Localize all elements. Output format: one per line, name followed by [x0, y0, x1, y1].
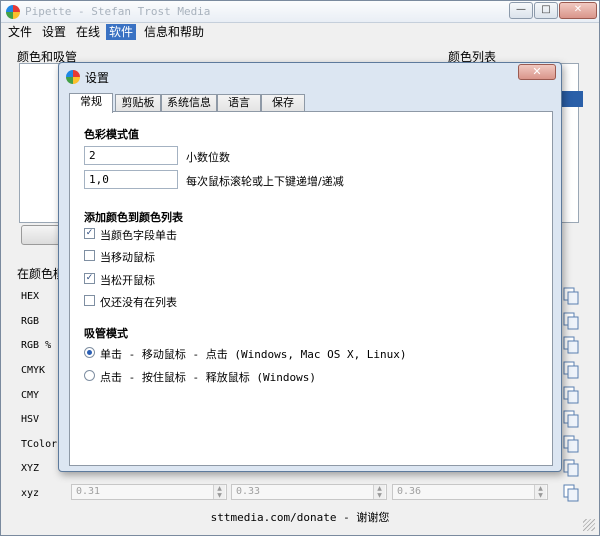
tab-general[interactable]: 常规 — [69, 93, 113, 113]
xyz-y-input[interactable]: 0.33 — [231, 484, 387, 500]
checkbox[interactable]: ✓ — [84, 228, 95, 239]
copy-icon[interactable] — [563, 361, 579, 379]
pipette-mode-heading: 吸管模式 — [84, 327, 128, 340]
format-label-rgb: RGB — [21, 316, 40, 327]
tab-save[interactable]: 保存 — [261, 94, 305, 112]
radio-label: 单击 - 移动鼠标 - 点击 (Windows, Mac OS X, Linux… — [100, 348, 407, 361]
radio-label: 点击 - 按住鼠标 - 释放鼠标 (Windows) — [100, 371, 316, 384]
copy-icon[interactable] — [563, 386, 579, 404]
format-label-xyz-upper: XYZ — [21, 463, 40, 474]
window-title: Pipette - Stefan Trost Media — [25, 5, 211, 18]
dialog-title: 设置 — [85, 71, 110, 85]
radio-button[interactable] — [84, 347, 95, 358]
menu-bar: 文件 设置 在线 软件 信息和帮助 — [1, 23, 599, 41]
dialog-close-button[interactable]: ✕ — [518, 64, 556, 80]
maximize-button[interactable]: □ — [534, 2, 558, 19]
tab-clipboard[interactable]: 剪贴板 — [115, 94, 161, 112]
close-button[interactable]: ✕ — [559, 2, 597, 19]
format-label-hsv: HSV — [21, 414, 40, 425]
menu-info-help[interactable]: 信息和帮助 — [141, 24, 207, 40]
format-label-xyz-lower: xyz — [21, 488, 40, 499]
checkbox[interactable] — [84, 250, 95, 261]
menu-software[interactable]: 软件 — [106, 24, 137, 40]
xyz-z-spinner[interactable]: ▲ ▼ — [534, 485, 546, 499]
menu-online[interactable]: 在线 — [73, 24, 103, 40]
tab-language[interactable]: 语言 — [217, 94, 261, 112]
decimals-input[interactable]: 2 — [84, 146, 178, 165]
copy-icon[interactable] — [563, 484, 579, 502]
radio-button[interactable] — [84, 370, 95, 381]
pipette-app-icon — [66, 70, 80, 84]
xyz-y-spinner[interactable]: ▲ ▼ — [373, 485, 385, 499]
decimals-label: 小数位数 — [186, 151, 230, 164]
add-to-list-heading: 添加颜色到颜色列表 — [84, 211, 183, 224]
format-label-rgb-percent: RGB % — [21, 340, 52, 351]
copy-icon[interactable] — [563, 287, 579, 305]
settings-dialog: 设置 ✕ 常规 剪贴板 系统信息 语言 保存 色彩模式值 2 小数位数 1,0 … — [58, 62, 562, 472]
format-label-cmyk: CMYK — [21, 365, 46, 376]
format-label-cmy: CMY — [21, 390, 40, 401]
donate-link[interactable]: sttmedia.com/donate - 谢谢您 — [1, 509, 599, 525]
checkbox-label: 当颜色字段单击 — [100, 229, 177, 242]
copy-icon[interactable] — [563, 312, 579, 330]
color-list-selection[interactable] — [561, 91, 583, 107]
checkbox[interactable]: ✓ — [84, 273, 95, 284]
step-label: 每次鼠标滚轮或上下键递增/递减 — [186, 175, 344, 188]
checkbox-label: 仅还没有在列表 — [100, 296, 177, 309]
format-label-tcolor: TColor — [21, 439, 58, 450]
pipette-app-icon — [6, 5, 20, 19]
tab-system-info[interactable]: 系统信息 — [161, 94, 217, 112]
color-mode-heading: 色彩模式值 — [84, 128, 139, 141]
copy-icon[interactable] — [563, 336, 579, 354]
menu-settings[interactable]: 设置 — [39, 24, 69, 40]
title-bar[interactable]: Pipette - Stefan Trost Media — □ ✕ — [1, 1, 599, 23]
checkbox[interactable] — [84, 295, 95, 306]
step-input[interactable]: 1,0 — [84, 170, 178, 189]
menu-file[interactable]: 文件 — [5, 24, 35, 40]
xyz-z-input[interactable]: 0.36 — [392, 484, 548, 500]
copy-icon[interactable] — [563, 459, 579, 477]
screen: Pipette - Stefan Trost Media — □ ✕ 文件 设置… — [0, 0, 600, 536]
checkbox-label: 当移动鼠标 — [100, 251, 155, 264]
xyz-x-input[interactable]: 0.31 — [71, 484, 227, 500]
checkbox-label: 当松开鼠标 — [100, 274, 155, 287]
minimize-button[interactable]: — — [509, 2, 533, 19]
resize-grip[interactable] — [583, 519, 595, 531]
format-label-hex: HEX — [21, 291, 40, 302]
general-tab-panel: 色彩模式值 2 小数位数 1,0 每次鼠标滚轮或上下键递增/递减 添加颜色到颜色… — [69, 111, 553, 466]
copy-icon[interactable] — [563, 435, 579, 453]
copy-icon[interactable] — [563, 410, 579, 428]
xyz-x-spinner[interactable]: ▲ ▼ — [213, 485, 225, 499]
